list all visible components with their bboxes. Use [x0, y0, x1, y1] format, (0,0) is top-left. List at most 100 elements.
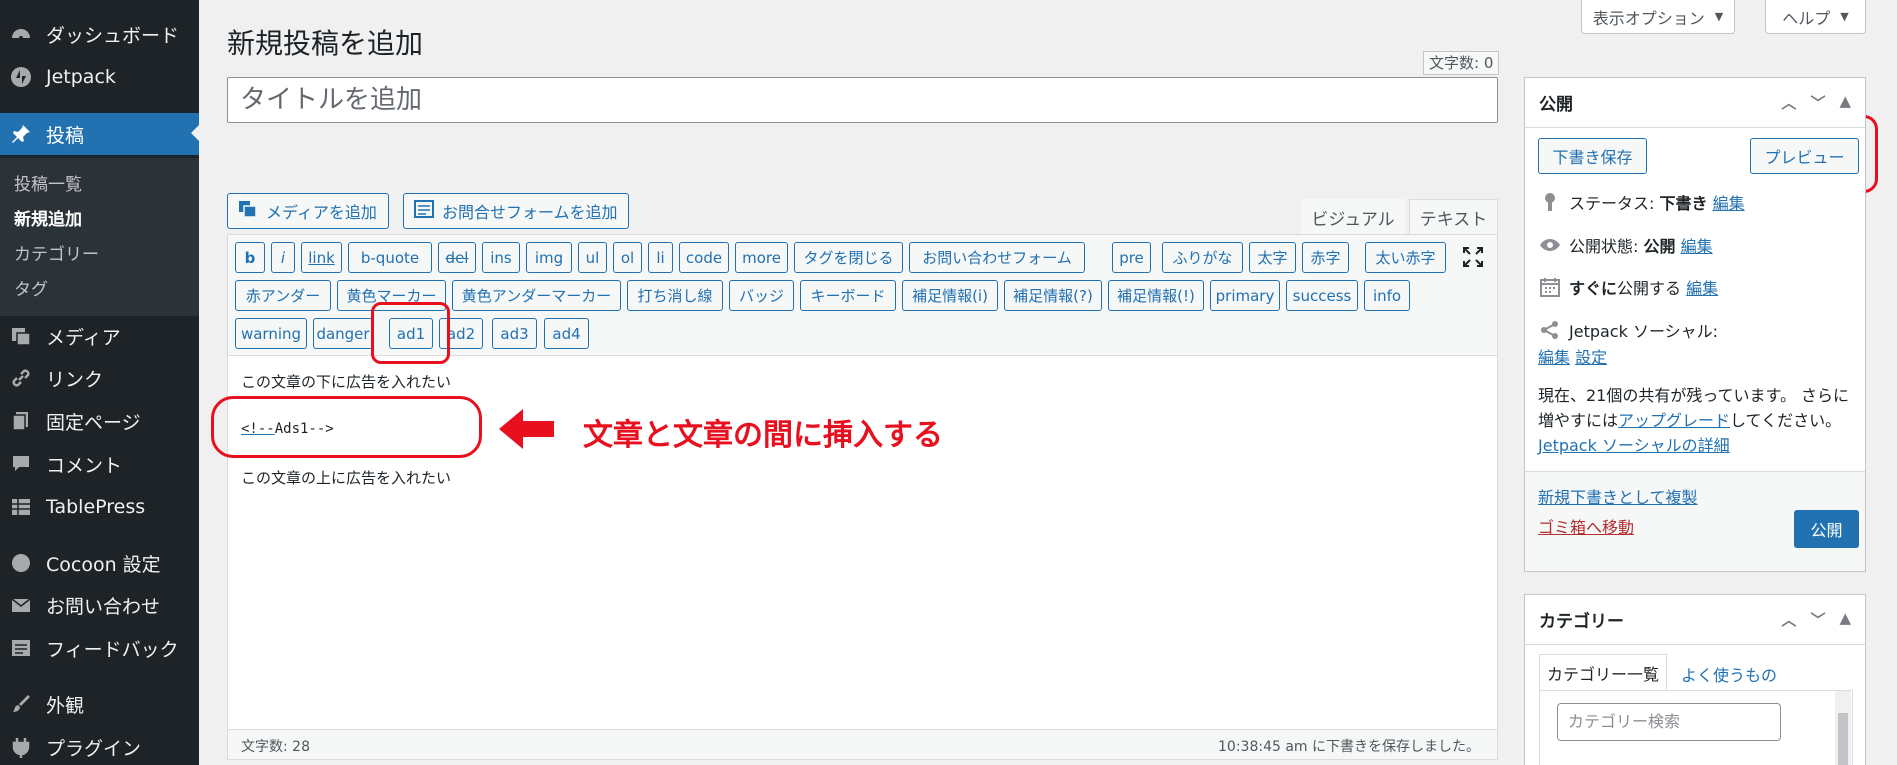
sidebar-item-links[interactable]: リンク: [0, 358, 199, 398]
dashboard-icon: [10, 23, 32, 45]
sidebar-item-label: メディア: [46, 326, 121, 349]
qt-italic-button[interactable]: i: [271, 242, 295, 273]
qt-info-i-button[interactable]: 補足情報(i): [902, 280, 998, 311]
shares-text-line1: 現在、21個の共有が残っています。 さらに: [1538, 386, 1850, 405]
qt-badge-button[interactable]: バッジ: [729, 280, 794, 311]
qt-img-button[interactable]: img: [526, 242, 572, 273]
collapse-toggle-icon[interactable]: ▲: [1839, 609, 1851, 630]
sidebar-item-pages[interactable]: 固定ページ: [0, 401, 199, 441]
qt-yellow-under-marker-button[interactable]: 黄色アンダーマーカー: [452, 280, 621, 311]
sidebar-item-cocoon-settings[interactable]: Cocoon 設定: [0, 543, 199, 583]
autosave-message: 10:38:45 am に下書きを保存しました。: [1218, 739, 1480, 755]
chevron-up-icon[interactable]: ︿: [1781, 92, 1796, 113]
add-contact-form-button[interactable]: お問合せフォームを追加: [403, 193, 629, 229]
screen-options-label: 表示オプション: [1592, 8, 1705, 28]
qt-ad3-button[interactable]: ad3: [492, 318, 537, 349]
edit-visibility-link[interactable]: 編集: [1681, 237, 1713, 256]
sidebar-item-dashboard[interactable]: ダッシュボード: [0, 14, 199, 54]
tab-visual[interactable]: ビジュアル: [1301, 199, 1405, 234]
post-title-input[interactable]: タイトルを追加: [227, 77, 1498, 123]
schedule-rest: 公開する: [1617, 279, 1682, 298]
scrollbar-thumb[interactable]: [1838, 713, 1848, 765]
plugin-icon: [10, 736, 32, 758]
publish-button[interactable]: 公開: [1794, 510, 1859, 548]
qt-strikethrough-button[interactable]: 打ち消し線: [627, 280, 723, 311]
fullscreen-icon[interactable]: [1462, 246, 1484, 268]
sidebar-item-tablepress[interactable]: TablePress: [0, 487, 199, 527]
qt-bquote-button[interactable]: b-quote: [348, 242, 432, 273]
qt-red-underline-button[interactable]: 赤アンダー: [235, 280, 331, 311]
pin-icon: [10, 123, 32, 145]
qt-keyboard-button[interactable]: キーボード: [800, 280, 896, 311]
qt-bold-jp-button[interactable]: 太字: [1249, 242, 1296, 273]
tab-all-categories[interactable]: カテゴリー一覧: [1539, 654, 1667, 690]
edit-status-link[interactable]: 編集: [1713, 194, 1745, 213]
posts-submenu: 投稿一覧 新規追加 カテゴリー タグ: [0, 158, 199, 316]
qt-bold-red-button[interactable]: 太い赤字: [1365, 242, 1446, 273]
qt-danger-button[interactable]: danger: [313, 318, 373, 349]
schedule-row: すぐに公開する 編集: [1539, 275, 1718, 299]
qt-close-tags-button[interactable]: タグを閉じる: [794, 242, 903, 273]
qt-primary-button[interactable]: primary: [1210, 280, 1280, 311]
chevron-down-icon[interactable]: ﹀: [1810, 92, 1825, 113]
jetpack-details-link[interactable]: Jetpack ソーシャルの詳細: [1538, 433, 1858, 458]
add-media-label: メディアを追加: [266, 203, 377, 222]
qt-link-button[interactable]: link: [301, 242, 342, 273]
qt-ad4-button[interactable]: ad4: [544, 318, 589, 349]
word-count: 文字数: 28: [241, 739, 310, 755]
qt-warning-button[interactable]: warning: [235, 318, 307, 349]
qt-ul-button[interactable]: ul: [578, 242, 607, 273]
qt-del-button[interactable]: del: [438, 242, 476, 273]
tab-popular-categories[interactable]: よく使うもの: [1681, 662, 1777, 686]
qt-ins-button[interactable]: ins: [482, 242, 520, 273]
title-char-count: 文字数: 0: [1423, 51, 1500, 75]
category-scrollbar[interactable]: [1835, 691, 1851, 765]
jetpack-settings-link[interactable]: 設定: [1575, 348, 1607, 367]
qt-code-button[interactable]: code: [679, 242, 729, 273]
submenu-item-categories[interactable]: カテゴリー: [14, 240, 99, 265]
sidebar-item-comments[interactable]: コメント: [0, 444, 199, 484]
jetpack-edit-link[interactable]: 編集: [1538, 348, 1570, 367]
edit-schedule-link[interactable]: 編集: [1686, 279, 1718, 298]
add-media-button[interactable]: メディアを追加: [227, 193, 389, 229]
sidebar-item-feedback[interactable]: フィードバック: [0, 628, 199, 668]
save-draft-button[interactable]: 下書き保存: [1538, 138, 1647, 174]
qt-info-button[interactable]: info: [1364, 280, 1410, 311]
qt-red-text-button[interactable]: 赤字: [1302, 242, 1349, 273]
sidebar-item-label: フィードバック: [46, 638, 179, 661]
duplicate-draft-link[interactable]: 新規下書きとして複製: [1538, 484, 1698, 508]
publish-panel: 公開 ︿ ﹀ ▲ 下書き保存 プレビュー ステータス: 下書き 編集 公開状態:…: [1524, 77, 1866, 572]
preview-button[interactable]: プレビュー: [1750, 138, 1859, 174]
trash-link[interactable]: ゴミ箱へ移動: [1538, 514, 1634, 538]
qt-contact-form-button[interactable]: お問い合わせフォーム: [909, 242, 1085, 273]
chevron-down-icon[interactable]: ﹀: [1810, 609, 1825, 630]
editor-status-bar: 文字数: 28 10:38:45 am に下書きを保存しました。: [228, 729, 1497, 759]
screen-options-button[interactable]: 表示オプション ▼: [1581, 0, 1735, 34]
qt-more-button[interactable]: more: [735, 242, 788, 273]
qt-info-ex-button[interactable]: 補足情報(!): [1108, 280, 1204, 311]
tab-text[interactable]: テキスト: [1409, 199, 1498, 234]
sidebar-item-plugins[interactable]: プラグイン: [0, 727, 199, 765]
content-line-3: この文章の上に広告を入れたい: [241, 469, 452, 487]
qt-furigana-button[interactable]: ふりがな: [1162, 242, 1243, 273]
submenu-item-tags[interactable]: タグ: [14, 275, 48, 300]
qt-ol-button[interactable]: ol: [613, 242, 642, 273]
qt-bold-button[interactable]: b: [235, 242, 265, 273]
sidebar-item-jetpack[interactable]: Jetpack: [0, 57, 199, 97]
qt-success-button[interactable]: success: [1286, 280, 1358, 311]
qt-li-button[interactable]: li: [648, 242, 673, 273]
category-search-input[interactable]: カテゴリー検索: [1557, 703, 1781, 741]
sidebar-item-contact[interactable]: お問い合わせ: [0, 585, 199, 625]
qt-pre-button[interactable]: pre: [1112, 242, 1151, 273]
submenu-item-all-posts[interactable]: 投稿一覧: [14, 170, 82, 195]
collapse-toggle-icon[interactable]: ▲: [1839, 92, 1851, 113]
status-value: 下書き: [1659, 194, 1708, 213]
sidebar-item-posts[interactable]: 投稿: [0, 113, 199, 155]
submenu-item-add-new[interactable]: 新規追加: [14, 205, 82, 230]
help-button[interactable]: ヘルプ ▼: [1765, 0, 1866, 34]
upgrade-link[interactable]: アップグレード: [1618, 411, 1730, 430]
sidebar-item-appearance[interactable]: 外観: [0, 684, 199, 724]
chevron-up-icon[interactable]: ︿: [1781, 609, 1796, 630]
qt-info-q-button[interactable]: 補足情報(?): [1004, 280, 1102, 311]
sidebar-item-media[interactable]: メディア: [0, 316, 199, 356]
